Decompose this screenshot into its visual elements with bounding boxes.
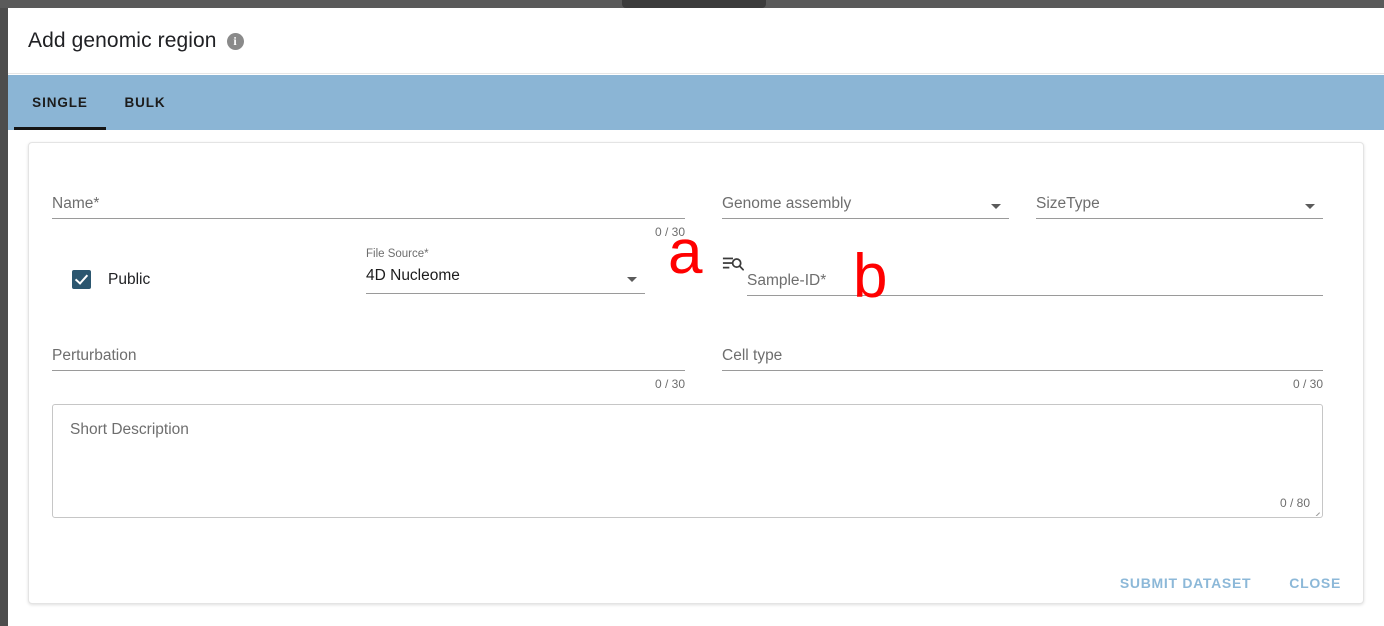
manage-search-icon[interactable] (722, 253, 744, 275)
dialog-header: Add genomic region i (8, 8, 1384, 74)
tab-bar: SINGLE BULK (8, 75, 1384, 130)
app-root: Add genomic region i SINGLE BULK Name* 0… (0, 0, 1384, 626)
genome-assembly-select[interactable]: Genome assembly (722, 191, 1009, 219)
perturbation-underline (52, 370, 685, 371)
dialog-actions: SUBMIT DATASET CLOSE (1112, 567, 1349, 599)
page-title: Add genomic region (28, 28, 217, 52)
name-field[interactable]: Name* (52, 191, 685, 219)
chevron-down-icon[interactable] (991, 204, 1001, 209)
sample-id-field[interactable]: Sample-ID* (747, 268, 1323, 296)
short-description-textarea[interactable]: Short Description 0 / 80 (52, 404, 1323, 518)
info-icon[interactable]: i (226, 33, 244, 50)
size-type-label: SizeType (1036, 195, 1100, 212)
cell-type-label: Cell type (722, 347, 783, 364)
file-source-label: File Source* (366, 248, 429, 260)
perturbation-field[interactable]: Perturbation (52, 343, 685, 371)
perturbation-label: Perturbation (52, 347, 137, 364)
submit-dataset-button[interactable]: SUBMIT DATASET (1112, 567, 1259, 599)
public-checkbox[interactable]: Public (72, 270, 150, 289)
short-description-counter: 0 / 80 (1279, 496, 1310, 510)
tab-single[interactable]: SINGLE (14, 75, 106, 130)
public-checkbox-label: Public (108, 270, 151, 288)
annotation-letter-a: a (668, 218, 703, 287)
annotation-letter-b: b (853, 242, 888, 311)
name-label: Name* (52, 195, 100, 212)
browser-chrome-left (0, 8, 8, 626)
cell-type-underline (722, 370, 1323, 371)
tab-bulk[interactable]: BULK (106, 75, 184, 130)
sample-id-label: Sample-ID* (747, 272, 827, 289)
genome-assembly-label: Genome assembly (722, 195, 852, 212)
chevron-down-icon[interactable] (1305, 204, 1315, 209)
tab-bulk-label: BULK (124, 95, 166, 110)
file-source-underline (366, 293, 645, 294)
file-source-select[interactable]: File Source* 4D Nucleome (366, 248, 645, 294)
resize-grip-icon[interactable] (1309, 504, 1321, 516)
size-type-select[interactable]: SizeType (1036, 191, 1323, 219)
name-underline (52, 218, 685, 219)
sample-id-underline (747, 295, 1323, 296)
file-source-value: 4D Nucleome (366, 267, 460, 284)
browser-tab-stub (622, 0, 766, 8)
tab-single-label: SINGLE (32, 95, 88, 110)
short-description-placeholder: Short Description (70, 421, 189, 438)
perturbation-counter: 0 / 30 (654, 377, 685, 391)
cell-type-counter: 0 / 30 (1292, 377, 1323, 391)
add-genomic-region-dialog: Add genomic region i SINGLE BULK Name* 0… (8, 8, 1384, 626)
cell-type-field[interactable]: Cell type (722, 343, 1323, 371)
genome-assembly-underline (722, 218, 1009, 219)
checkbox-checked-icon (72, 270, 91, 289)
form-card: Name* 0 / 30 Genome assembly SizeType Pu… (28, 142, 1364, 604)
size-type-underline (1036, 218, 1323, 219)
close-button[interactable]: CLOSE (1281, 567, 1349, 599)
chevron-down-icon[interactable] (627, 277, 637, 282)
